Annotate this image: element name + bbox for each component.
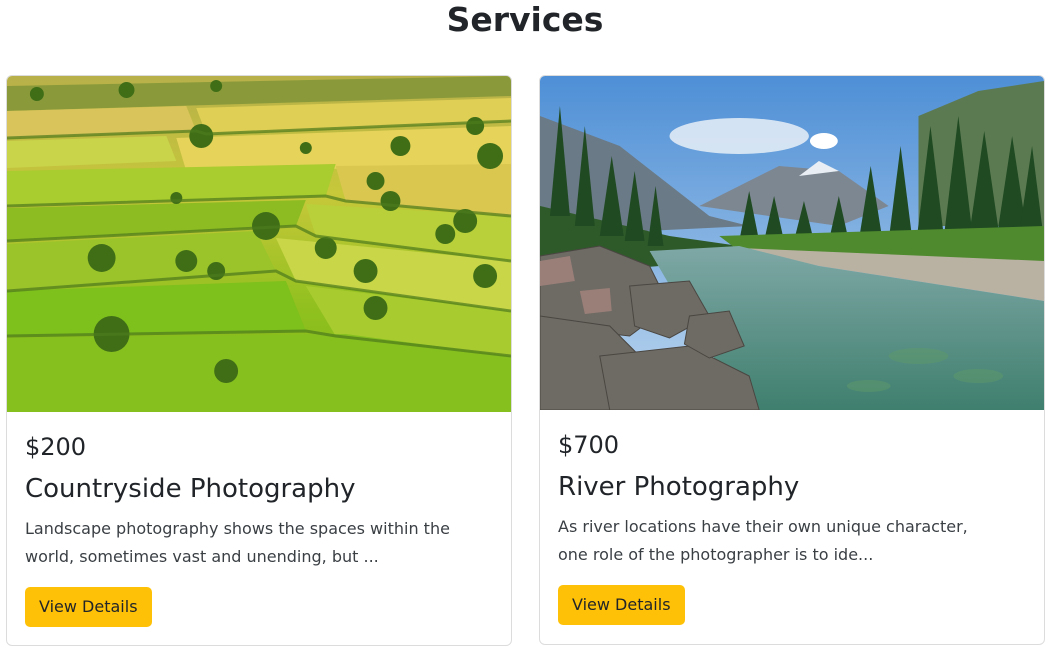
service-card-countryside: $200 Countryside Photography Landscape p…	[6, 75, 512, 646]
service-description: Landscape photography shows the spaces w…	[25, 519, 450, 566]
card-body: $200 Countryside Photography Landscape p…	[7, 432, 511, 627]
service-description: As river locations have their own unique…	[558, 517, 968, 564]
river-image	[540, 76, 1044, 410]
service-title: River Photography	[558, 472, 800, 502]
service-price: $200	[25, 433, 87, 461]
card-body: $700 River Photography As river location…	[540, 430, 1044, 625]
countryside-image	[7, 76, 511, 412]
view-details-button[interactable]: View Details	[558, 585, 685, 625]
view-details-button[interactable]: View Details	[25, 587, 152, 627]
service-card-river: $700 River Photography As river location…	[539, 75, 1045, 645]
service-price: $700	[558, 431, 620, 459]
page-title: Services	[446, 0, 604, 39]
service-title: Countryside Photography	[25, 474, 356, 504]
